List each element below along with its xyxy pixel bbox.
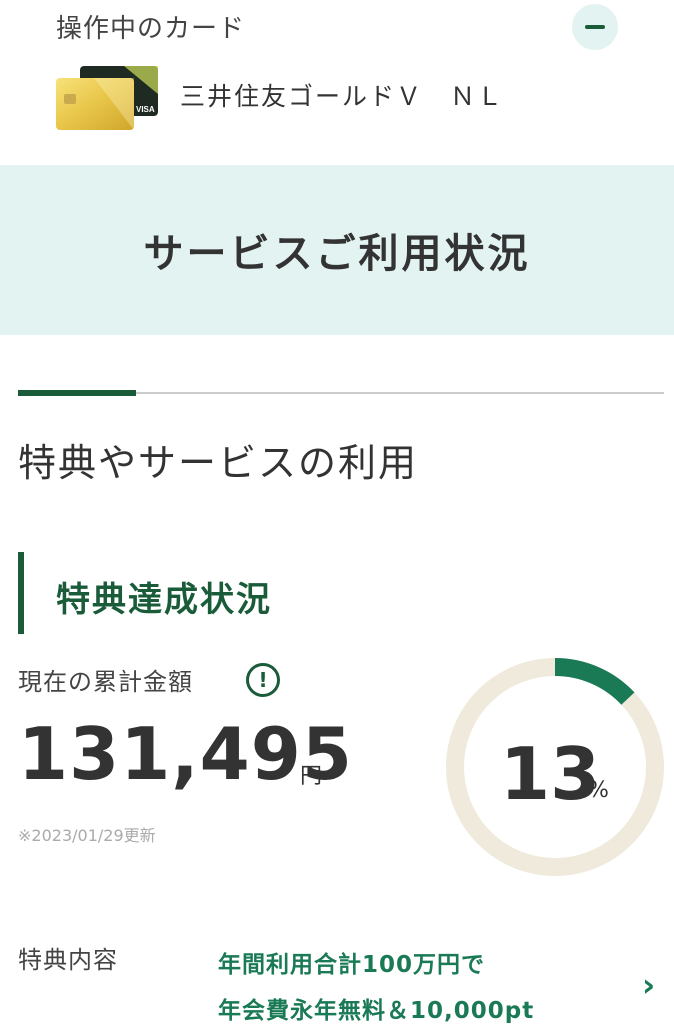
visa-logo-text: VISA xyxy=(136,105,155,114)
progress-percent-unit: % xyxy=(588,778,609,803)
credit-card-image: VISA xyxy=(56,66,158,130)
page-title: サービスご利用状況 xyxy=(143,231,531,277)
current-card-panel: 操作中のカード VISA 三井住友ゴールドＶ ＮＬ xyxy=(0,0,674,165)
benefit-line-1: 年間利用合計100万円で xyxy=(218,952,486,978)
page-banner: サービスご利用状況 xyxy=(0,165,674,335)
benefit-status-heading: 特典達成状況 xyxy=(56,580,272,620)
section-title: 特典やサービスの利用 xyxy=(18,441,419,485)
minus-icon xyxy=(585,25,605,29)
total-amount-label: 現在の累計金額 xyxy=(18,668,193,696)
heading-accent-bar xyxy=(18,552,24,634)
benefit-content-label: 特典内容 xyxy=(18,946,118,974)
active-tab-indicator xyxy=(18,390,136,396)
benefit-line-2: 年会費永年無料＆10,000pt xyxy=(218,998,535,1024)
progress-percent-value: 13 xyxy=(500,732,601,816)
chevron-right-icon[interactable]: › xyxy=(642,966,655,1004)
current-card-label: 操作中のカード xyxy=(56,14,246,44)
info-icon[interactable]: ! xyxy=(246,663,280,697)
update-date-note: ※2023/01/29更新 xyxy=(18,826,156,845)
card-name: 三井住友ゴールドＶ ＮＬ xyxy=(180,82,505,111)
benefit-content-link[interactable]: 年間利用合計100万円で 年会費永年無料＆10,000pt xyxy=(218,942,618,1024)
collapse-button[interactable] xyxy=(572,4,618,50)
amount-unit: 円 xyxy=(300,764,323,789)
